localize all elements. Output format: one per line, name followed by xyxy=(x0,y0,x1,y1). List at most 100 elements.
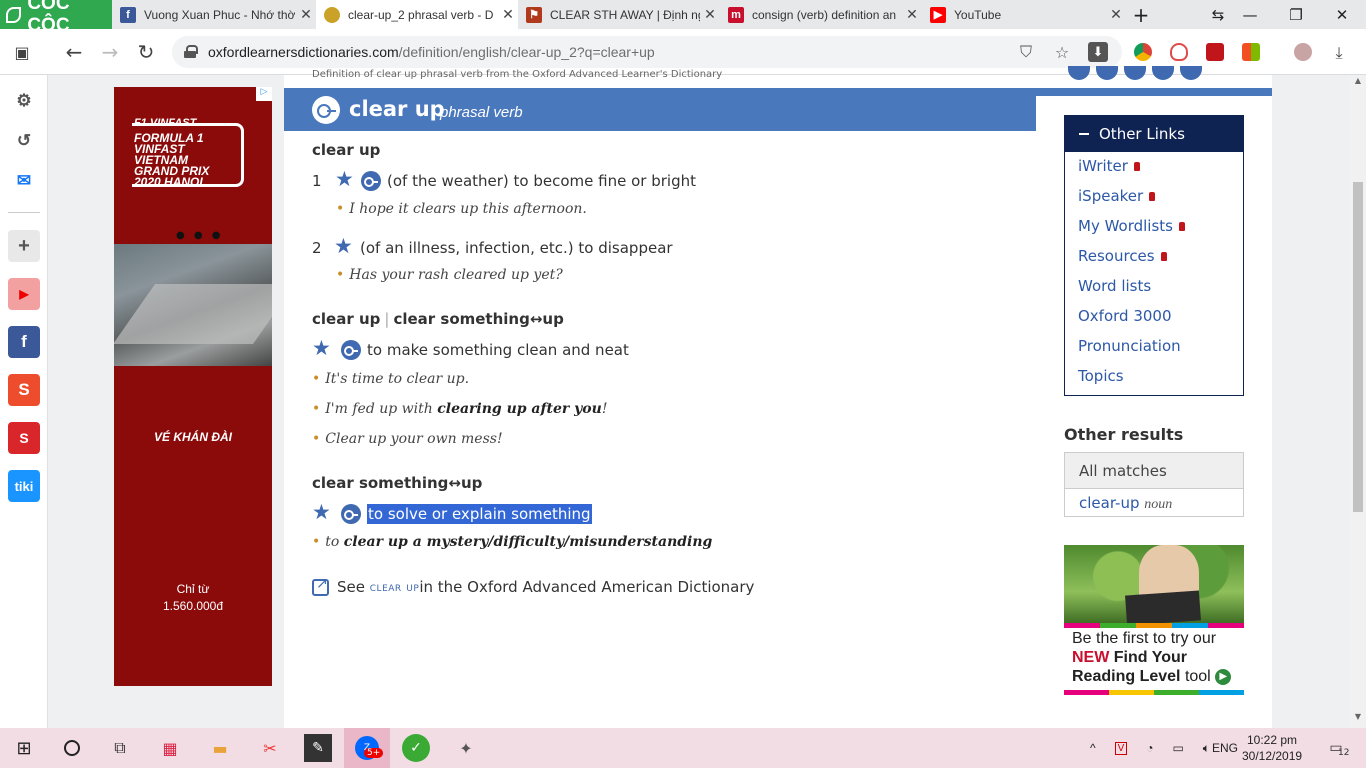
app-taskbar-icon[interactable]: ✦ xyxy=(452,734,480,762)
sticky-notes-icon[interactable]: ✎ xyxy=(304,734,332,762)
link-iwriter[interactable]: iWriter xyxy=(1078,157,1140,175)
other-results-box: All matches clear-up noun xyxy=(1064,452,1244,517)
close-tab-icon[interactable]: ✕ xyxy=(1106,6,1126,23)
notifications-icon[interactable]: ▭ 12 xyxy=(1322,734,1350,762)
part-of-speech: phrasal verb xyxy=(440,104,523,121)
share-button[interactable] xyxy=(1180,66,1202,80)
result-link[interactable]: clear-up noun xyxy=(1065,489,1243,513)
share-button[interactable] xyxy=(1124,66,1146,80)
task-view-icon[interactable]: ⧉ xyxy=(106,734,134,762)
sendo-icon[interactable]: S xyxy=(8,422,40,454)
link-my-wordlists[interactable]: My Wordlists xyxy=(1078,217,1185,235)
download-arrow-icon[interactable]: ⤓ xyxy=(1330,43,1348,62)
shopee-icon[interactable]: S xyxy=(8,374,40,406)
forward-button[interactable]: → xyxy=(96,38,124,66)
link-pronunciation[interactable]: Pronunciation xyxy=(1078,337,1181,355)
close-tab-icon[interactable]: ✕ xyxy=(902,6,922,23)
see-also-word[interactable]: clear up xyxy=(370,580,420,595)
address-bar[interactable]: oxfordlearnersdictionaries.com/definitio… xyxy=(172,36,1122,68)
sense-number: 2 xyxy=(312,239,322,257)
chrome-extension-icon[interactable] xyxy=(1134,43,1152,61)
close-tab-icon[interactable]: ✕ xyxy=(498,6,518,23)
ad-cta[interactable]: VÉ KHÁN ĐÀI xyxy=(114,430,272,444)
wifi-icon[interactable]: ◔ xyxy=(1146,741,1153,755)
language-indicator[interactable]: ENG xyxy=(1212,728,1238,768)
youtube-icon[interactable]: ▶ xyxy=(8,278,40,310)
tab-youtube[interactable]: ▶ YouTube ✕ xyxy=(922,0,1126,29)
color-extension-icon[interactable] xyxy=(1242,43,1260,61)
phrasal-verb-heading: clear up xyxy=(312,141,381,159)
add-icon[interactable]: + xyxy=(8,230,40,262)
link-ispeaker[interactable]: iSpeaker xyxy=(1078,187,1156,205)
calculator-icon[interactable]: ▦ xyxy=(156,734,184,762)
share-button[interactable] xyxy=(1152,66,1174,80)
maximize-button[interactable]: ❐ xyxy=(1274,0,1318,29)
scroll-down-arrow[interactable]: ▼ xyxy=(1351,712,1365,726)
chevron-up-icon[interactable]: ^ xyxy=(1090,741,1096,755)
see-also-link[interactable]: See clear up in the Oxford Advanced Amer… xyxy=(312,576,754,596)
ad-banner[interactable]: ▷ F1 VINFAST FORMULA 1 VINFAST VIETNAM G… xyxy=(114,87,272,686)
tiki-icon[interactable]: tiki xyxy=(8,470,40,502)
lock-icon xyxy=(1179,221,1185,231)
coccoc-taskbar-icon[interactable]: ✓ xyxy=(402,734,430,762)
tab-facebook[interactable]: f Vuong Xuan Phuc - Nhớ thờ ✕ xyxy=(112,0,316,29)
reload-button[interactable]: ↻ xyxy=(132,38,160,66)
history-icon[interactable]: ↺ xyxy=(8,125,40,157)
share-button[interactable] xyxy=(1096,66,1118,80)
url-path: /definition/english/clear-up_2?q=clear+u… xyxy=(398,44,655,60)
example-sentence: • I hope it clears up this afternoon. xyxy=(336,201,587,217)
bookmark-star-icon[interactable]: ☆ xyxy=(1052,42,1072,62)
tab-macmillan[interactable]: m consign (verb) definition an ✕ xyxy=(720,0,922,29)
back-button[interactable]: ← xyxy=(60,38,88,66)
minimize-button[interactable]: — xyxy=(1228,0,1272,29)
profile-avatar[interactable] xyxy=(1294,43,1312,61)
search-icon[interactable] xyxy=(58,734,86,762)
external-link-icon xyxy=(312,576,329,596)
download-icon[interactable]: ⬇ xyxy=(1088,42,1108,62)
arrow-right-icon[interactable]: ▶ xyxy=(1215,668,1232,685)
close-window-button[interactable]: ✕ xyxy=(1320,0,1364,29)
tab-cambridge[interactable]: ⚑ CLEAR STH AWAY | Định ng ✕ xyxy=(518,0,720,29)
zalo-app[interactable]: Z 5+ xyxy=(344,728,390,768)
snipping-tool-icon[interactable]: ✂ xyxy=(256,734,284,762)
scrollbar-thumb[interactable] xyxy=(1353,182,1363,512)
facebook-icon: f xyxy=(120,6,136,23)
other-links-toggle[interactable]: Other Links xyxy=(1065,116,1243,152)
coccoc-menu-button[interactable]: CÔC CÔC xyxy=(0,0,112,36)
file-explorer-icon[interactable]: ▬ xyxy=(206,734,234,762)
url-text[interactable]: oxfordlearnersdictionaries.com/definitio… xyxy=(208,44,655,60)
volume-icon[interactable]: 🔈︎ xyxy=(1203,741,1210,756)
link-topics[interactable]: Topics xyxy=(1078,367,1124,385)
scroll-up-arrow[interactable]: ▲ xyxy=(1351,76,1365,90)
shield-icon[interactable]: ⛉ xyxy=(1016,42,1036,62)
tab-strip: CÔC CÔC f Vuong Xuan Phuc - Nhớ thờ ✕ cl… xyxy=(0,0,1366,36)
adblock-icon[interactable] xyxy=(1170,43,1188,61)
facebook-icon[interactable]: f xyxy=(8,326,40,358)
reading-level-promo[interactable]: Be the first to try our NEW Find Your Re… xyxy=(1064,545,1244,695)
star-icon xyxy=(312,336,332,360)
red-extension-icon[interactable] xyxy=(1206,43,1224,61)
link-word-lists[interactable]: Word lists xyxy=(1078,277,1151,295)
oxford3000-key-icon xyxy=(312,96,340,124)
messenger-icon[interactable]: ✉ xyxy=(8,165,40,197)
all-matches-tab[interactable]: All matches xyxy=(1065,453,1243,489)
tab-oxford[interactable]: clear-up_2 phrasal verb - D ✕ xyxy=(316,0,518,29)
battery-icon[interactable]: ▭ xyxy=(1172,741,1183,755)
adchoices-icon[interactable]: ▷ xyxy=(256,87,272,101)
promo-stripe xyxy=(1064,623,1244,628)
lock-icon xyxy=(1133,161,1140,171)
settings-icon[interactable]: ⚙ xyxy=(8,85,40,117)
sidebar-toggle-icon[interactable]: ▣ xyxy=(8,38,36,66)
close-tab-icon[interactable]: ✕ xyxy=(700,6,720,23)
selected-definition[interactable]: to solve or explain something xyxy=(367,504,592,524)
close-tab-icon[interactable]: ✕ xyxy=(296,6,316,23)
link-resources[interactable]: Resources xyxy=(1078,247,1167,265)
ad-carousel-dots: ● ● ● xyxy=(176,230,224,241)
windows-start-icon[interactable]: ⊞ xyxy=(10,734,38,762)
system-tray: ^ V ◔ ▭ 🔈︎ xyxy=(1090,728,1210,768)
new-tab-button[interactable]: + xyxy=(1126,0,1156,29)
clock[interactable]: 10:22 pm 30/12/2019 xyxy=(1242,732,1302,764)
share-button[interactable] xyxy=(1068,66,1090,80)
link-oxford-3000[interactable]: Oxford 3000 xyxy=(1078,307,1172,325)
unikey-icon[interactable]: V xyxy=(1114,741,1128,755)
